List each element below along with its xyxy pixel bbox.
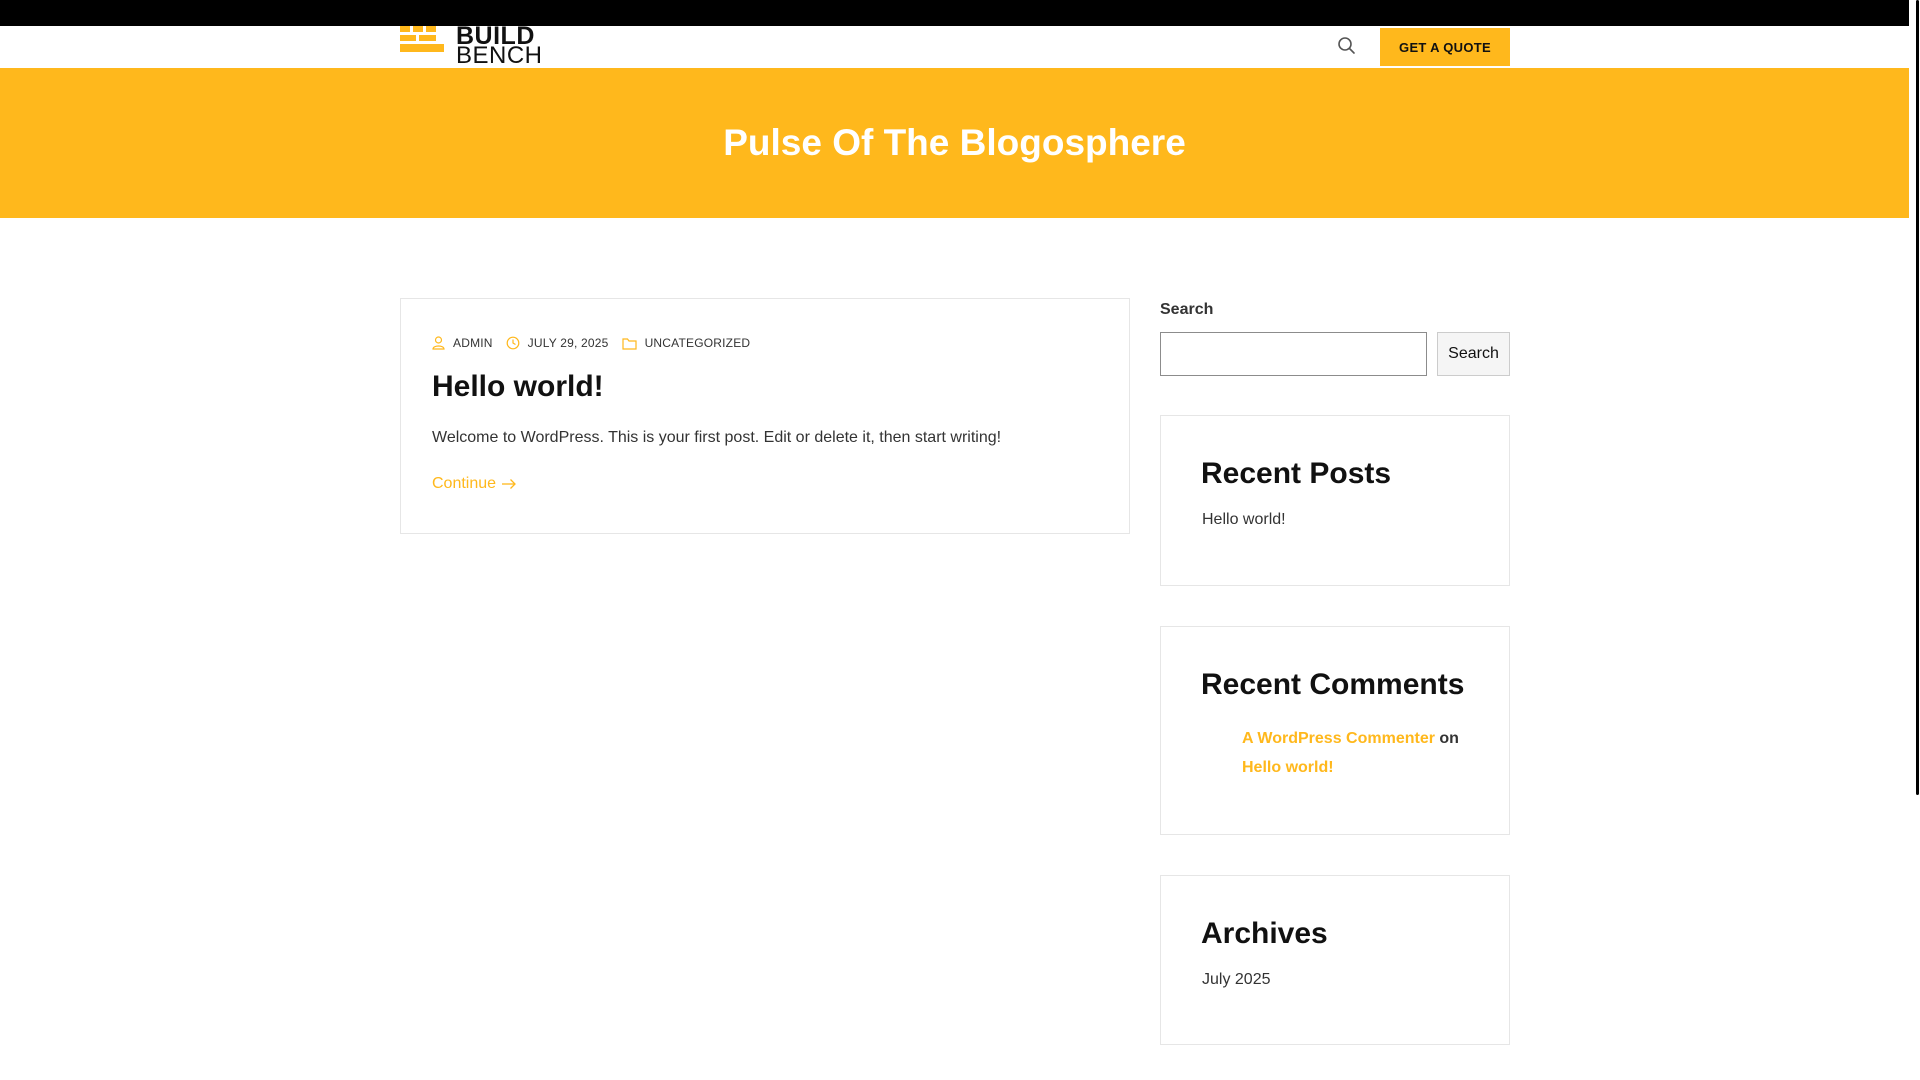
logo-brick-icon (400, 26, 444, 68)
sidebar-search-button[interactable]: Search (1437, 332, 1510, 376)
archives-title: Archives (1201, 917, 1328, 950)
post-author[interactable]: ADMIN (432, 336, 493, 350)
post-author-label[interactable]: ADMIN (453, 336, 493, 350)
continue-link[interactable]: Continue (432, 475, 517, 493)
search-icon[interactable] (1337, 36, 1357, 56)
get-a-quote-button[interactable]: GET A QUOTE (1380, 28, 1510, 66)
sidebar-search-label: Search (1160, 301, 1214, 318)
recent-comments-widget: Recent Comments A WordPress Commenter on… (1160, 626, 1510, 835)
clock-icon (506, 336, 520, 350)
archive-link[interactable]: July 2025 (1202, 971, 1271, 989)
post-category-label[interactable]: UNCATEGORIZED (645, 336, 751, 350)
comment-item: A WordPress Commenter on Hello world! (1242, 724, 1482, 782)
scrollbar-thumb[interactable] (1916, 0, 1919, 795)
folder-icon (621, 337, 637, 350)
post-meta: ADMIN JULY 29, 2025 UNCATEGORIZED (432, 336, 763, 350)
recent-posts-widget: Recent Posts Hello world! (1160, 415, 1510, 586)
recent-comments-title: Recent Comments (1201, 668, 1465, 701)
archives-widget: Archives July 2025 (1160, 875, 1510, 1045)
post-category[interactable]: UNCATEGORIZED (621, 336, 751, 350)
comment-post-link[interactable]: Hello world! (1242, 759, 1334, 776)
user-icon (432, 336, 445, 350)
arrow-right-icon (502, 479, 516, 489)
post-date-label[interactable]: JULY 29, 2025 (528, 336, 609, 350)
post-title[interactable]: Hello world! (432, 370, 604, 404)
logo-wordmark: BUILD BENCH (456, 24, 543, 69)
sidebar-search-input[interactable] (1160, 332, 1427, 376)
scrollbar[interactable] (1909, 0, 1920, 1080)
continue-label[interactable]: Continue (432, 475, 496, 493)
page-hero: Pulse Of The Blogosphere (0, 68, 1909, 218)
recent-posts-title: Recent Posts (1201, 457, 1392, 490)
site-header: BUILD BENCH GET A QUOTE (0, 24, 1909, 69)
recent-post-link[interactable]: Hello world! (1202, 511, 1286, 529)
comment-on-text: on (1439, 730, 1459, 747)
logo-line2: BENCH (456, 42, 543, 69)
comment-author-link[interactable]: A WordPress Commenter (1242, 730, 1435, 747)
site-logo[interactable]: BUILD BENCH (400, 24, 550, 69)
top-bar (0, 0, 1909, 26)
post-card: ADMIN JULY 29, 2025 UNCATEGORIZED Hello … (400, 298, 1130, 534)
post-excerpt: Welcome to WordPress. This is your first… (432, 429, 1002, 446)
page-title: Pulse Of The Blogosphere (723, 122, 1186, 163)
post-date[interactable]: JULY 29, 2025 (506, 336, 609, 350)
